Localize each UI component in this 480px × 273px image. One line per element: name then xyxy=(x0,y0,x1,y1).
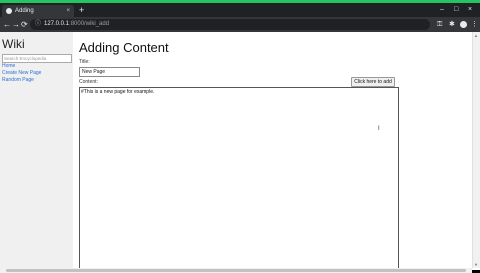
sidebar-title: Wiki xyxy=(2,37,25,51)
forward-button[interactable]: → xyxy=(12,19,20,30)
sidebar: Wiki Search Encyclopedia Home Create New… xyxy=(0,32,73,268)
page-title: Adding Content xyxy=(79,40,169,55)
text-cursor-icon: I xyxy=(378,126,380,132)
menu-icon[interactable]: ⋮ xyxy=(471,19,478,30)
new-tab-button[interactable]: + xyxy=(79,6,84,15)
horizontal-scroll-thumb[interactable] xyxy=(6,269,466,272)
browser-toolbar: ← → ⟳ ⓘ 127.0.0.1:8000/wiki_add ⚿ ✱ ⋮ xyxy=(0,17,480,32)
content-label: Content: xyxy=(79,79,98,85)
tab-strip: Adding × + – □ × xyxy=(0,3,480,17)
address-bar[interactable]: ⓘ 127.0.0.1:8000/wiki_add xyxy=(30,19,430,30)
profile-avatar[interactable] xyxy=(460,21,467,28)
horizontal-scrollbar[interactable] xyxy=(0,268,472,273)
info-icon[interactable]: ⓘ xyxy=(35,20,41,29)
sidebar-link-home[interactable]: Home xyxy=(2,63,15,70)
main-content: Adding Content Title: New Page Click her… xyxy=(79,32,472,268)
vertical-scrollbar[interactable]: ▲ ▼ xyxy=(472,32,480,268)
reload-button[interactable]: ⟳ xyxy=(21,19,28,30)
key-icon[interactable]: ⚿ xyxy=(437,19,442,30)
scroll-up-icon[interactable]: ▲ xyxy=(474,33,478,38)
globe-icon xyxy=(6,8,12,14)
content-textarea[interactable]: #This is a new page for example. xyxy=(79,87,399,268)
minimize-button[interactable]: – xyxy=(440,5,444,15)
sidebar-link-random-page[interactable]: Random Page xyxy=(2,77,34,84)
page-viewport: Wiki Search Encyclopedia Home Create New… xyxy=(0,32,472,268)
search-input[interactable]: Search Encyclopedia xyxy=(2,54,72,63)
tab-close-icon[interactable]: × xyxy=(66,6,70,16)
tab-adding[interactable]: Adding × xyxy=(2,5,74,17)
sidebar-link-create-new-page[interactable]: Create New Page xyxy=(2,70,41,77)
window-close-button[interactable]: × xyxy=(468,5,472,15)
scroll-down-icon[interactable]: ▼ xyxy=(474,262,478,267)
maximize-button[interactable]: □ xyxy=(454,5,458,15)
url-text: 127.0.0.1:8000/wiki_add xyxy=(44,21,110,27)
add-button[interactable]: Click here to add xyxy=(351,77,395,87)
tab-title: Adding xyxy=(15,8,34,14)
title-label: Title: xyxy=(79,59,90,65)
extensions-icon[interactable]: ✱ xyxy=(449,19,455,30)
back-button[interactable]: ← xyxy=(3,19,11,30)
title-input[interactable]: New Page xyxy=(79,67,140,77)
browser-window: Adding × + – □ × ← → ⟳ ⓘ 127.0.0.1:8000/… xyxy=(0,3,480,273)
